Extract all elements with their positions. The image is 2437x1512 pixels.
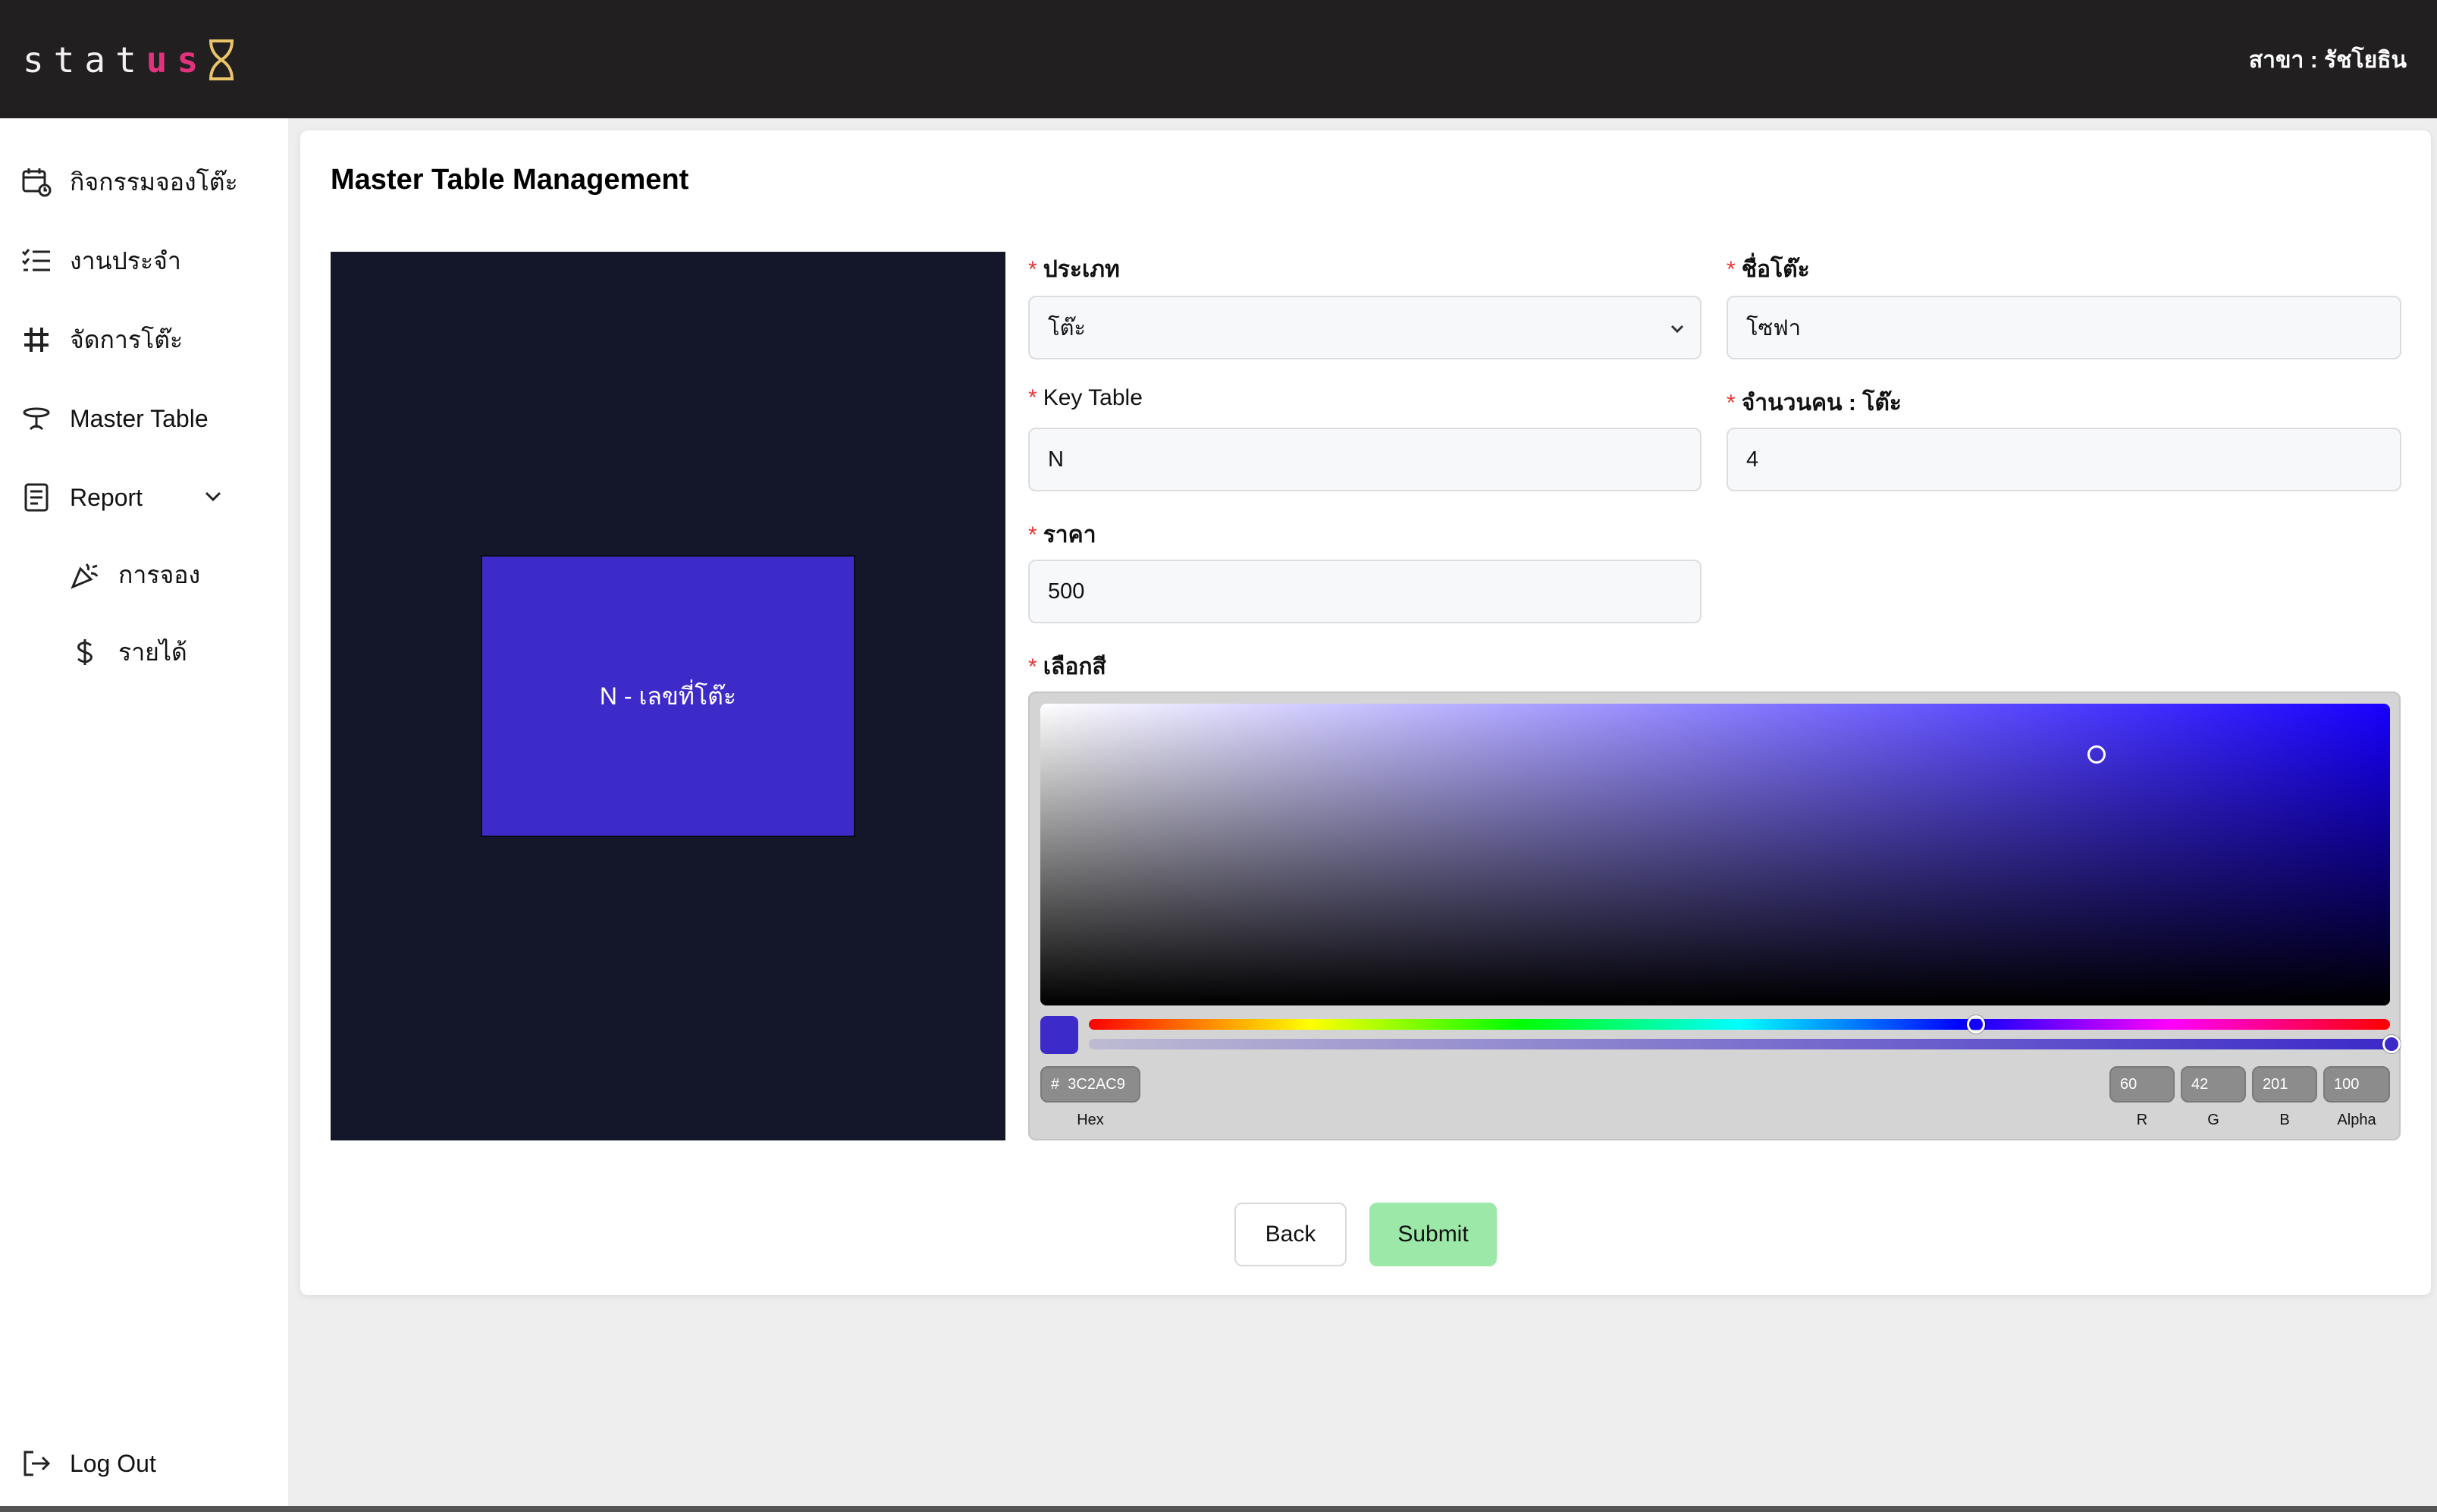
price-label: * ราคา (1028, 522, 1096, 547)
party-popper-icon (68, 558, 102, 591)
sidebar-item-label: Master Table (70, 404, 209, 432)
sidebar-item-label: รายได้ (118, 638, 187, 666)
green-value: 42 (2191, 1075, 2209, 1093)
page-title: Master Table Management (331, 164, 689, 196)
calendar-clock-icon (20, 165, 53, 199)
hue-handle[interactable] (1967, 1015, 1985, 1034)
sidebar-item-manage-tables[interactable]: จัดการโต๊ะ (20, 317, 183, 362)
color-picker: # 3C2AC9 Hex 60 R 42 G 201 B 100 Alpha (1028, 692, 2401, 1140)
grid-icon (20, 323, 53, 356)
sidebar-item-label: Report (70, 483, 143, 511)
sidebar-item-report[interactable]: Report (20, 475, 240, 520)
sidebar-item-label: กิจกรรมจองโต๊ะ (70, 168, 238, 196)
submit-button[interactable]: Submit (1369, 1203, 1497, 1266)
hex-prefix: # (1051, 1075, 1060, 1093)
logout-button[interactable]: Log Out (20, 1441, 156, 1486)
key-table-label: * Key Table (1028, 385, 1143, 410)
report-icon (20, 481, 53, 514)
checklist-icon (20, 244, 53, 278)
table-preview-box[interactable]: N - เลขที่โต๊ะ (481, 555, 855, 837)
saturation-handle[interactable] (2087, 745, 2106, 764)
alpha-caption: Alpha (2337, 1112, 2376, 1128)
sidebar-item-master-table[interactable]: Master Table (20, 396, 209, 441)
sidebar-subitem-income[interactable]: รายได้ (68, 629, 187, 675)
branch-label: สาขา : รัชโยธิน (2248, 48, 2407, 73)
hex-caption: Hex (1077, 1112, 1104, 1128)
blue-input[interactable]: 201 (2252, 1066, 2317, 1103)
type-label: * ประเภท (1028, 257, 1120, 282)
key-table-input[interactable]: N (1028, 428, 1702, 491)
sidebar-item-table-booking-activity[interactable]: กิจกรรมจองโต๊ะ (20, 159, 238, 205)
red-input[interactable]: 60 (2109, 1066, 2175, 1103)
key-table-value: N (1048, 447, 1064, 472)
sidebar-item-label: จัดการโต๊ะ (70, 325, 183, 353)
chevron-down-icon (202, 481, 224, 517)
table-preview-canvas: N - เลขที่โต๊ะ (331, 252, 1005, 1140)
red-caption: R (2136, 1112, 2148, 1128)
saturation-value-area[interactable] (1040, 704, 2390, 1005)
color-swatch (1040, 1016, 1078, 1054)
alpha-slider[interactable] (1089, 1039, 2390, 1049)
logo[interactable]: stat us (23, 33, 235, 86)
sidebar-item-label: งานประจำ (70, 246, 181, 274)
main-card: Master Table Management N - เลขที่โต๊ะ *… (300, 130, 2431, 1295)
type-select-value: โต๊ะ (1048, 316, 1086, 340)
sidebar: กิจกรรมจองโต๊ะ งานประจำ จัดการโต๊ะ Maste… (0, 118, 288, 1506)
blue-caption: B (2279, 1112, 2290, 1128)
alpha-value: 100 (2334, 1075, 2360, 1093)
table-preview-label: N - เลขที่โต๊ะ (599, 682, 737, 710)
table-icon (20, 402, 53, 435)
chevron-down-icon (1668, 317, 1686, 346)
logo-text-accent: us (146, 39, 209, 80)
green-input[interactable]: 42 (2181, 1066, 2246, 1103)
price-input[interactable]: 500 (1028, 560, 1702, 623)
hex-value: 3C2AC9 (1068, 1075, 1125, 1093)
type-select[interactable]: โต๊ะ (1028, 296, 1702, 359)
hex-input[interactable]: # 3C2AC9 (1040, 1066, 1140, 1103)
capacity-value: 4 (1746, 447, 1759, 472)
alpha-handle[interactable] (2382, 1035, 2401, 1053)
back-button[interactable]: Back (1234, 1203, 1347, 1266)
red-value: 60 (2120, 1075, 2137, 1093)
color-label: * เลือกสี (1028, 654, 1106, 679)
table-name-label: * ชื่อโต๊ะ (1727, 257, 1810, 282)
logout-icon (20, 1447, 53, 1480)
price-value: 500 (1048, 579, 1085, 604)
hourglass-icon (209, 39, 234, 80)
capacity-input[interactable]: 4 (1727, 428, 2401, 491)
logo-text: stat (23, 39, 146, 80)
top-bar: stat us สาขา : รัชโยธิน (0, 0, 2437, 118)
hue-slider[interactable] (1089, 1019, 2390, 1030)
bottom-border (0, 1506, 2437, 1512)
sidebar-item-routine-tasks[interactable]: งานประจำ (20, 238, 181, 284)
green-caption: G (2207, 1112, 2219, 1128)
dollar-icon (68, 635, 102, 669)
table-name-value: โซฟา (1746, 316, 1802, 340)
capacity-label: * จำนวนคน : โต๊ะ (1727, 391, 1902, 416)
table-name-input[interactable]: โซฟา (1727, 296, 2401, 359)
sidebar-subitem-bookings[interactable]: การจอง (68, 552, 200, 598)
blue-value: 201 (2263, 1075, 2288, 1093)
logout-label: Log Out (70, 1449, 156, 1477)
alpha-input[interactable]: 100 (2323, 1066, 2390, 1103)
sidebar-item-label: การจอง (118, 560, 201, 588)
